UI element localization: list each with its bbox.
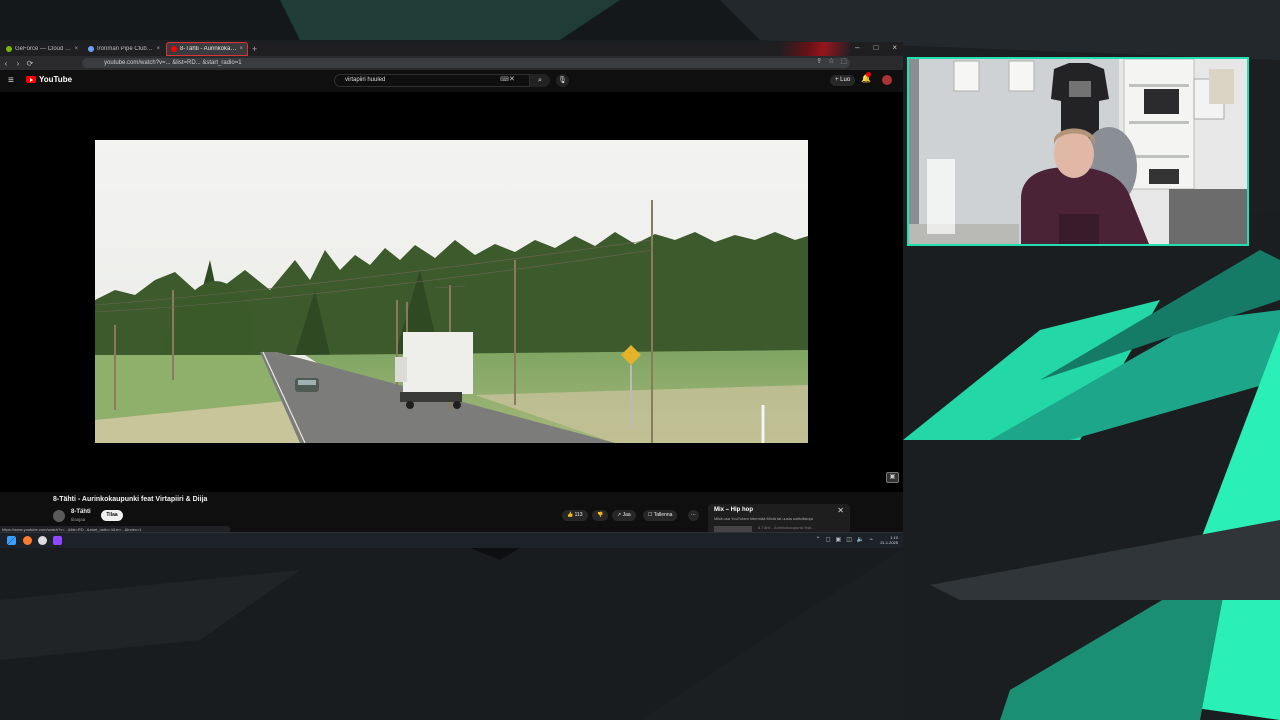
tab-label: 8-Tähti - Aurinkokaupu [180, 46, 237, 52]
notification-badge [866, 72, 871, 77]
firefox-icon[interactable] [23, 536, 32, 545]
forward-button[interactable]: › [12, 59, 24, 68]
account-avatar[interactable] [882, 75, 892, 85]
obs-icon[interactable] [38, 536, 47, 545]
miniplayer-icon[interactable]: ▣ [886, 472, 899, 483]
mix-playlist-panel[interactable]: Mix – Hip hop Mikä osa YouTuben tekemää … [708, 504, 850, 532]
webcam-image [909, 59, 1247, 244]
minimize-button[interactable]: – [855, 43, 859, 52]
tray-overflow-icon[interactable]: ⌃ [816, 536, 821, 543]
save-button[interactable]: ☐ Tallenna [643, 510, 678, 521]
back-button[interactable]: ‹ [0, 59, 12, 68]
dislike-button[interactable]: 👎 [592, 510, 609, 521]
windows-taskbar: ⌃ ◻ ▣ ◫ 🔈 ⌁ 1.10 21.1.2025 [0, 532, 903, 548]
close-icon[interactable]: × [156, 46, 160, 52]
youtube-logo-text: YouTube [39, 75, 73, 84]
youtube-header: ≡ YouTube virtapiiri huuled ⌨ ✕ ⌕ 🎙 + Lu… [0, 70, 903, 92]
tab-label: GeForce — Cloud Streaming Ser [15, 46, 71, 52]
geforce-icon [6, 46, 12, 52]
url-input[interactable]: youtube.com/watch?v=... &list=RD... &sta… [82, 58, 850, 68]
channel-name[interactable]: 8-Tähti [71, 509, 91, 515]
create-button[interactable]: + Luo [830, 75, 856, 86]
share-button[interactable]: ↗ Jaa [612, 510, 636, 521]
tab-ironman-pipe-club[interactable]: Ironman Pipe Club | Topic × [84, 43, 164, 55]
youtube-logo[interactable]: YouTube [26, 75, 72, 84]
video-title: 8-Tähti - Aurinkokaupunki feat Virtapiir… [53, 496, 208, 503]
mix-title: Mix – Hip hop [714, 507, 753, 513]
clock-date: 21.1.2025 [880, 540, 898, 545]
tray-app-icon[interactable]: ▣ [836, 536, 842, 543]
forum-icon [88, 46, 94, 52]
tab-bar: GeForce — Cloud Streaming Ser × Ironman … [0, 42, 903, 56]
menu-icon[interactable]: ≡ [8, 75, 14, 86]
network-icon[interactable]: ⌁ [869, 536, 873, 543]
address-bar: ‹ › ⟳ youtube.com/watch?v=... &list=RD..… [0, 56, 903, 70]
window-controls: – □ × [855, 43, 897, 52]
subscribe-button[interactable]: Tilaa [101, 510, 123, 521]
close-window-button[interactable]: × [892, 43, 897, 52]
tab-geforce-now[interactable]: GeForce — Cloud Streaming Ser × [2, 43, 82, 55]
tab-youtube-video[interactable]: 8-Tähti - Aurinkokaupu × [166, 42, 248, 56]
volume-icon[interactable]: 🔈 [857, 536, 864, 543]
tray-app-icon[interactable]: ◻ [826, 536, 831, 543]
windows-start-icon[interactable] [7, 536, 16, 545]
youtube-icon [171, 46, 177, 52]
mix-subtitle: Mikä osa YouTuben tekemää Mixiä tai uusi… [714, 516, 813, 521]
tray-app-icon[interactable]: ◫ [846, 536, 852, 543]
maximize-button[interactable]: □ [873, 43, 878, 52]
new-tab-button[interactable]: + [252, 44, 257, 54]
search-button[interactable]: ⌕ [530, 74, 550, 87]
address-bar-actions: ⇪ ☆ ⬚ [816, 57, 847, 65]
video-frame [95, 140, 808, 443]
reload-button[interactable]: ⟳ [24, 59, 36, 68]
twitch-icon[interactable] [53, 536, 62, 545]
share-page-icon[interactable]: ⇪ [816, 57, 822, 65]
close-icon[interactable]: × [74, 46, 78, 52]
close-icon[interactable]: ✕ [837, 506, 844, 515]
more-actions-button[interactable]: ⋯ [688, 510, 699, 521]
keyboard-icon[interactable]: ⌨ [500, 76, 509, 83]
system-tray: ⌃ ◻ ▣ ◫ 🔈 ⌁ [816, 536, 873, 543]
browser-theme-decoration [781, 42, 851, 56]
channel-avatar[interactable] [53, 510, 65, 522]
taskbar-clock[interactable]: 1.10 21.1.2025 [880, 535, 898, 545]
clear-search-icon[interactable]: ✕ [509, 75, 515, 83]
mix-next-item[interactable]: 8-Tähti - Aurinkokaupunki feat... [758, 525, 814, 530]
video-player[interactable] [95, 140, 808, 443]
bookmark-icon[interactable]: ☆ [828, 57, 834, 65]
webcam-feed [907, 57, 1249, 246]
youtube-play-icon [26, 76, 36, 83]
subscriber-count: tilaajaa [71, 517, 86, 522]
close-icon[interactable]: × [239, 46, 243, 52]
extensions-icon[interactable]: ⬚ [840, 57, 847, 65]
mic-icon[interactable]: 🎙 [556, 74, 569, 87]
like-button[interactable]: 👍 113 [562, 510, 588, 521]
browser-window: GeForce — Cloud Streaming Ser × Ironman … [0, 42, 903, 548]
tab-label: Ironman Pipe Club | Topic [97, 46, 153, 52]
